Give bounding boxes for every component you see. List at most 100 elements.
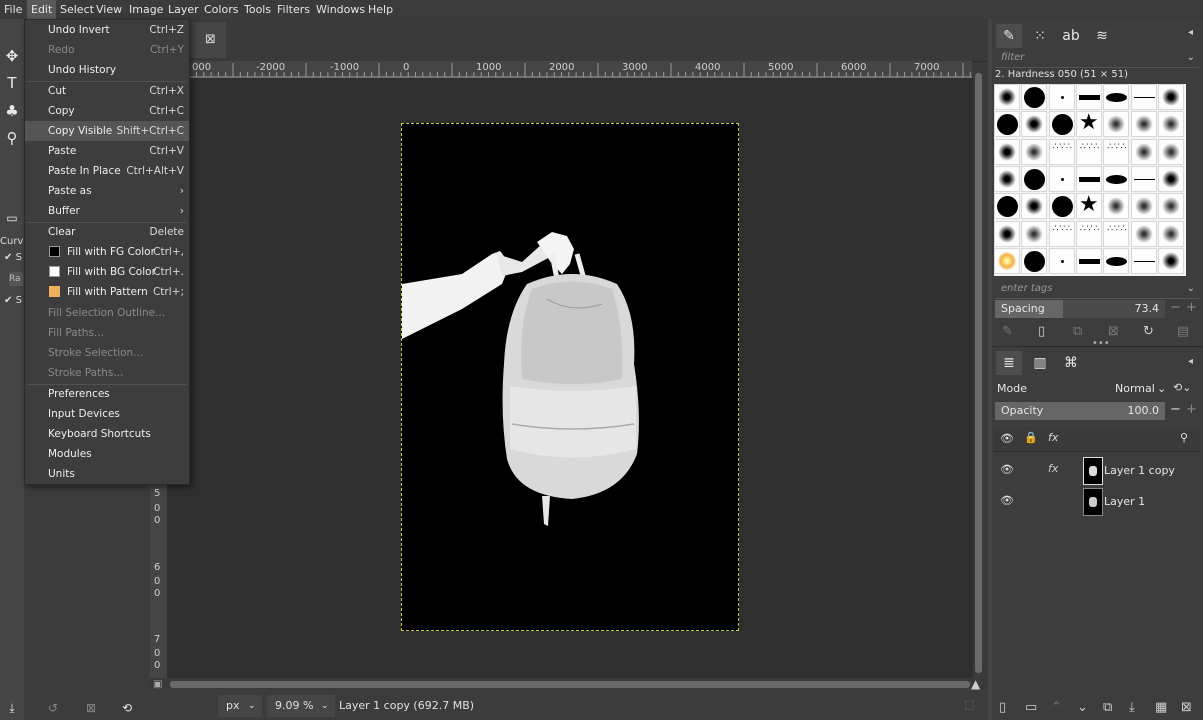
duplicate-layer-icon[interactable]: ⧉: [1103, 700, 1112, 715]
vertical-scrollbar-thumb[interactable]: [975, 73, 982, 673]
menu-units[interactable]: Units: [25, 464, 189, 484]
edit-brush-icon[interactable]: ✎: [1002, 324, 1013, 339]
new-brush-icon[interactable]: ▯: [1038, 324, 1045, 339]
menu-copy-visible[interactable]: Copy Visible Shift+Ctrl+C: [25, 121, 189, 141]
merge-layer-icon[interactable]: ⤓: [1129, 700, 1135, 715]
brush-preview[interactable]: [1075, 247, 1102, 274]
device-status-icon[interactable]: ▭: [3, 209, 21, 227]
canvas-size-icon[interactable]: ⬚: [964, 698, 974, 711]
brush-preview[interactable]: [1021, 111, 1048, 138]
menu-preferences[interactable]: Preferences: [25, 384, 189, 404]
brush-preview[interactable]: [1103, 247, 1130, 274]
brush-preview[interactable]: ∴∵∴: [1048, 220, 1075, 247]
brush-preview[interactable]: [1130, 193, 1157, 220]
new-layer-icon[interactable]: ▯: [999, 700, 1006, 715]
brush-preview[interactable]: [1075, 84, 1102, 110]
move-tool-icon[interactable]: ✥: [3, 47, 21, 65]
brush-preview[interactable]: [1048, 111, 1075, 138]
menu-undo-history[interactable]: Undo History: [25, 60, 189, 80]
close-tab-icon[interactable]: ⊠: [205, 32, 216, 47]
menu-cut[interactable]: Cut Ctrl+X: [25, 81, 189, 101]
zoom-tool-icon[interactable]: ⚲: [3, 129, 21, 147]
brush-preview[interactable]: ★: [1075, 111, 1102, 138]
raise-layer-icon[interactable]: ⌃: [1051, 700, 1062, 715]
channels-tab-icon[interactable]: ▥: [1027, 351, 1053, 375]
menu-paste-in-place[interactable]: Paste In Place Ctrl+Alt+V: [25, 161, 189, 181]
brush-preview[interactable]: [1021, 165, 1048, 192]
brush-preview[interactable]: [994, 193, 1020, 220]
brush-preview[interactable]: [994, 138, 1020, 165]
menu-keyboard-shortcuts[interactable]: Keyboard Shortcuts: [25, 424, 189, 444]
menu-layer[interactable]: Layer: [164, 0, 203, 19]
menu-buffer[interactable]: Buffer ›: [25, 201, 189, 221]
menu-windows[interactable]: Windows: [312, 0, 369, 19]
menu-fill-paths[interactable]: Fill Paths...: [25, 323, 189, 343]
reset-icon[interactable]: ⟲: [118, 699, 136, 717]
brush-preview[interactable]: [1130, 220, 1157, 247]
menu-paste[interactable]: Paste Ctrl+V: [25, 141, 189, 161]
delete-layer-icon[interactable]: ⊠: [1181, 700, 1192, 715]
opacity-increase-icon[interactable]: +: [1186, 402, 1197, 417]
brush-preview[interactable]: ∴∵∴: [1048, 138, 1075, 165]
brush-preview[interactable]: [1103, 165, 1130, 192]
brush-preview[interactable]: [1048, 84, 1075, 110]
patterns-tab-icon[interactable]: ⁙: [1027, 24, 1053, 48]
opacity-decrease-icon[interactable]: −: [1170, 402, 1181, 417]
zoom-select[interactable]: 9.09 % ⌄: [267, 695, 335, 717]
brush-preview[interactable]: [1103, 84, 1130, 110]
brush-preview[interactable]: [1130, 84, 1157, 110]
ra-button[interactable]: Ra: [9, 272, 23, 286]
brushes-tab-icon[interactable]: ✎: [996, 24, 1022, 48]
vertical-scrollbar[interactable]: [974, 63, 983, 683]
brush-preview[interactable]: [1157, 84, 1184, 110]
brush-preview[interactable]: [1103, 193, 1130, 220]
brush-preview[interactable]: [1157, 165, 1184, 192]
brush-preview[interactable]: ★: [1075, 193, 1102, 220]
horizontal-scrollbar-thumb[interactable]: [170, 681, 970, 688]
brush-preview[interactable]: [1021, 220, 1048, 247]
brush-preview[interactable]: [1130, 138, 1157, 165]
brush-preview[interactable]: [1157, 247, 1184, 274]
eye-icon[interactable]: 👁: [1000, 494, 1014, 507]
document-history-tab-icon[interactable]: ≋: [1089, 24, 1115, 48]
opacity-slider[interactable]: Opacity 100.0: [995, 402, 1165, 420]
export-icon[interactable]: ⤓: [3, 699, 21, 717]
brush-tags-input[interactable]: enter tags ⌄: [995, 280, 1199, 299]
brush-preview[interactable]: [1048, 193, 1075, 220]
brush-preview[interactable]: [1157, 111, 1184, 138]
menu-image[interactable]: Image: [125, 0, 167, 19]
layer-name[interactable]: Layer 1: [1104, 495, 1145, 508]
restore-icon[interactable]: ↺: [44, 699, 62, 717]
search-icon[interactable]: ⚲: [1180, 431, 1188, 444]
brush-grid[interactable]: ★ ∴∵∴ ∴∵∴ ∴∵∴ ★ ∴∵∴ ∴∵∴ ∴∵∴: [994, 84, 1186, 276]
delete-preset-icon[interactable]: ⊠: [82, 699, 100, 717]
image-tab[interactable]: ⊠: [190, 22, 226, 58]
menu-filters[interactable]: Filters: [273, 0, 314, 19]
dock-menu-icon[interactable]: ◂: [1188, 27, 1193, 38]
eye-icon[interactable]: 👁: [1000, 463, 1014, 476]
text-tool-icon[interactable]: T: [3, 74, 21, 92]
dock-menu-icon[interactable]: ◂: [1188, 356, 1193, 367]
brush-preview[interactable]: ∴∵∴: [1103, 138, 1130, 165]
menu-fill-bg[interactable]: Fill with BG Color Ctrl+.: [25, 262, 189, 282]
menu-copy[interactable]: Copy Ctrl+C: [25, 101, 189, 121]
brush-preview[interactable]: [994, 247, 1020, 274]
fonts-tab-icon[interactable]: ab: [1058, 24, 1084, 48]
mode-select[interactable]: Normal ⌄: [1115, 380, 1169, 398]
divider-grip-icon[interactable]: •••: [1092, 338, 1110, 349]
spacing-increase-icon[interactable]: +: [1186, 300, 1197, 315]
brush-preview[interactable]: [1157, 193, 1184, 220]
brush-preview[interactable]: ∴∵∴: [1075, 220, 1102, 247]
menu-fill-selection-outline[interactable]: Fill Selection Outline...: [25, 303, 189, 323]
layer-row[interactable]: 👁 Layer 1: [994, 486, 1200, 516]
menu-modules[interactable]: Modules: [25, 444, 189, 464]
brush-preview[interactable]: [1021, 193, 1048, 220]
clone-tool-icon[interactable]: ♣: [3, 102, 21, 120]
brush-preview[interactable]: [1130, 247, 1157, 274]
brush-preview[interactable]: [1048, 165, 1075, 192]
menu-tools[interactable]: Tools: [240, 0, 275, 19]
brush-preview[interactable]: [994, 84, 1020, 110]
layer-row[interactable]: 👁 fx Layer 1 copy: [994, 455, 1200, 485]
menu-fill-fg[interactable]: Fill with FG Color Ctrl+,: [25, 242, 189, 262]
brush-preview[interactable]: [1157, 138, 1184, 165]
